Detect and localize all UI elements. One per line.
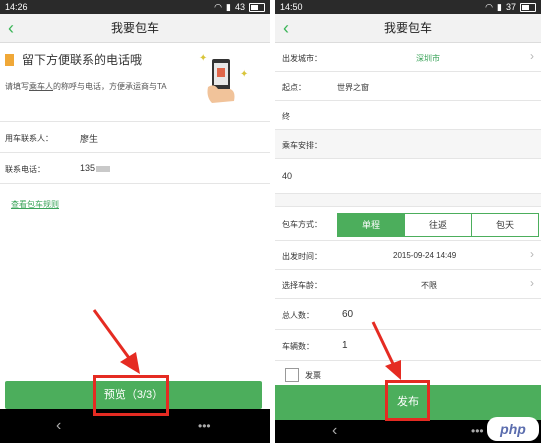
right-phone-screen: 14:50 ◠ ▮ 37 ‹ 我要包车 出发城市： 深圳市 › 起点： 世界之窗… xyxy=(275,0,541,443)
status-time: 14:26 xyxy=(5,2,28,12)
status-icons: ◠ ▮ 37 xyxy=(485,0,536,14)
contact-person-row[interactable]: 用车联系人： 廖生 xyxy=(0,122,270,153)
trip-type-oneway[interactable]: 单程 xyxy=(338,214,404,236)
arrangement-value[interactable]: 40 xyxy=(282,171,292,181)
left-phone-screen: 14:26 ◠ ▮ 43 ‹ 我要包车 留下方便联系的电话哦 请填写乘车人的称呼… xyxy=(0,0,270,443)
start-point-label: 起点： xyxy=(282,83,306,92)
redacted-digits xyxy=(96,165,111,172)
battery-level: 37 xyxy=(505,2,516,12)
contact-phone-label: 联系电话： xyxy=(5,165,45,174)
sparkle-icon: ✦ xyxy=(240,69,249,80)
page-title: 我要包车 xyxy=(383,21,432,35)
highlight-box xyxy=(93,375,169,416)
nav-menu-icon[interactable]: ••• xyxy=(471,424,484,438)
promo-description: 请填写乘车人的称呼与电话，方便承运商与TA xyxy=(5,81,180,92)
watermark-logo: php xyxy=(487,417,539,441)
trip-type-roundtrip[interactable]: 往返 xyxy=(404,214,472,236)
status-bar: 14:50 ◠ ▮ 37 xyxy=(275,0,541,14)
start-point-value[interactable]: 世界之窗 xyxy=(337,82,369,93)
promo-desc-link: 乘车人 xyxy=(29,82,53,91)
trip-type-row: 包车方式： 单程 往返 包天 xyxy=(275,207,541,241)
charter-rules-link[interactable]: 查看包车规则 xyxy=(11,199,59,210)
chevron-right-icon: › xyxy=(530,276,534,290)
wifi-icon: ◠ xyxy=(485,2,494,12)
battery-level: 43 xyxy=(234,2,245,12)
phone-in-hand-illustration xyxy=(207,59,235,103)
end-point-label: 终 xyxy=(282,112,290,121)
vehicle-age-value: 不限 xyxy=(421,281,437,290)
nav-back-icon[interactable]: ‹ xyxy=(56,417,61,435)
phone-number-text: 135 xyxy=(80,163,96,173)
vehicle-count-value[interactable]: 1 xyxy=(342,340,348,351)
promo-desc-part2: 的称呼与电话，方便承运商与TA xyxy=(53,82,167,91)
contact-promo: 留下方便联系的电话哦 请填写乘车人的称呼与电话，方便承运商与TA ✦ ✦ xyxy=(0,43,270,122)
highlight-box xyxy=(385,380,430,421)
vehicle-age-label: 选择车龄： xyxy=(282,281,322,290)
arrangement-header: 乘车安排： xyxy=(275,130,541,159)
contact-phone-row[interactable]: 联系电话： 135 xyxy=(0,153,270,184)
status-time: 14:50 xyxy=(280,2,303,12)
chevron-right-icon: › xyxy=(530,247,534,261)
end-point-row[interactable]: 终 xyxy=(275,101,541,130)
contact-person-value[interactable]: 廖生 xyxy=(80,132,98,145)
invoice-label: 发票 xyxy=(305,371,321,380)
invoice-checkbox[interactable] xyxy=(285,368,299,382)
depart-city-row[interactable]: 出发城市： 深圳市 › xyxy=(275,43,541,72)
chevron-right-icon: › xyxy=(530,49,534,63)
depart-city-value: 深圳市 xyxy=(416,54,440,63)
depart-city-label: 出发城市： xyxy=(282,54,322,63)
contact-person-label: 用车联系人： xyxy=(5,134,53,143)
total-people-label: 总人数： xyxy=(282,311,314,320)
battery-icon xyxy=(249,2,265,12)
depart-time-label: 出发时间： xyxy=(282,252,322,261)
status-bar: 14:26 ◠ ▮ 43 xyxy=(0,0,270,14)
arrangement-label: 乘车安排： xyxy=(282,141,322,150)
start-point-row[interactable]: 起点： 世界之窗 xyxy=(275,72,541,101)
promo-heading: 留下方便联系的电话哦 xyxy=(22,53,143,67)
trip-type-label: 包车方式： xyxy=(282,220,322,229)
wifi-icon: ◠ xyxy=(214,2,223,12)
flag-icon xyxy=(5,54,14,66)
trip-type-fullday[interactable]: 包天 xyxy=(472,214,538,236)
red-arrow-icon xyxy=(92,309,140,374)
signal-icon: ▮ xyxy=(497,2,502,12)
battery-icon xyxy=(520,2,536,12)
red-arrow-icon xyxy=(371,321,401,380)
title-bar: ‹ 我要包车 xyxy=(0,14,270,43)
status-icons: ◠ ▮ 43 xyxy=(214,0,265,14)
section-spacer xyxy=(275,194,541,207)
signal-icon: ▮ xyxy=(226,2,231,12)
vehicle-age-row[interactable]: 选择车龄： 不限 › xyxy=(275,270,541,299)
depart-time-row[interactable]: 出发时间： 2015-09-24 14:49 › xyxy=(275,241,541,270)
title-bar: ‹ 我要包车 xyxy=(275,14,541,43)
page-title: 我要包车 xyxy=(110,21,159,35)
vehicle-count-label: 车辆数： xyxy=(282,342,314,351)
promo-desc-part1: 请填写 xyxy=(5,82,29,91)
nav-menu-icon[interactable]: ••• xyxy=(198,419,211,433)
nav-back-icon[interactable]: ‹ xyxy=(332,422,337,440)
contact-phone-value[interactable]: 135 xyxy=(80,163,111,173)
arrangement-row[interactable]: 40 xyxy=(275,159,541,194)
total-people-value[interactable]: 60 xyxy=(342,309,353,320)
depart-time-value: 2015-09-24 14:49 xyxy=(393,251,457,260)
trip-type-segmented-control: 单程 往返 包天 xyxy=(337,213,539,237)
